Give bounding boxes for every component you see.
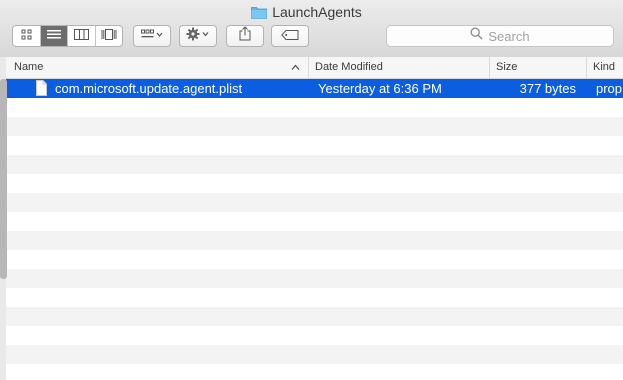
column-view-icon — [73, 27, 89, 45]
search-icon — [470, 27, 483, 45]
column-header-date-modified[interactable]: Date Modified — [309, 57, 490, 78]
window-title: LaunchAgents — [272, 4, 362, 20]
view-mode-control[interactable] — [12, 25, 123, 47]
coverflow-view-icon — [101, 27, 117, 45]
file-date-modified: Yesterday at 6:36 PM — [318, 81, 442, 96]
column-view-button[interactable] — [68, 26, 96, 46]
empty-row — [0, 155, 623, 174]
toolbar: LaunchAgents Search — [0, 0, 623, 58]
empty-row — [0, 307, 623, 326]
empty-row — [0, 174, 623, 193]
column-header-kind[interactable]: Kind — [587, 57, 623, 78]
empty-row — [0, 326, 623, 345]
column-header-size[interactable]: Size — [490, 57, 587, 78]
column-header-label: Kind — [593, 61, 616, 73]
empty-row — [0, 136, 623, 155]
share-icon — [239, 26, 251, 46]
share-button[interactable] — [226, 25, 264, 47]
search-field[interactable]: Search — [386, 25, 614, 47]
empty-row — [0, 250, 623, 269]
sidebar-scrollbar[interactable] — [0, 79, 7, 279]
empty-row — [0, 98, 623, 117]
group-by-button[interactable] — [133, 25, 171, 47]
folder-icon — [251, 6, 268, 19]
gear-icon — [186, 27, 210, 46]
file-row[interactable]: com.microsoft.update.agent.plist Yesterd… — [0, 79, 623, 98]
empty-row — [0, 364, 623, 380]
empty-row — [0, 212, 623, 231]
empty-row — [0, 269, 623, 288]
list-view-button[interactable] — [40, 26, 68, 46]
action-button[interactable] — [179, 25, 217, 47]
empty-row — [0, 345, 623, 364]
file-size: 377 bytes — [519, 81, 576, 96]
column-header-label: Name — [14, 61, 44, 73]
list-view-icon — [46, 27, 61, 45]
empty-row — [0, 288, 623, 307]
column-header-bar: Name Date Modified Size Kind — [0, 57, 623, 79]
column-header-name[interactable]: Name — [8, 57, 309, 78]
search-placeholder: Search — [488, 28, 530, 44]
coverflow-view-button[interactable] — [96, 26, 123, 46]
title-bar: LaunchAgents — [0, 2, 623, 22]
empty-row — [0, 193, 623, 212]
tag-icon — [281, 27, 299, 45]
finder-window: LaunchAgents Search Name Date Modified S… — [0, 0, 623, 380]
document-icon — [36, 79, 50, 98]
tags-button[interactable] — [271, 25, 309, 47]
file-list: com.microsoft.update.agent.plist Yesterd… — [0, 79, 623, 380]
file-kind: prop — [596, 81, 623, 96]
column-header-label: Date Modified — [315, 61, 383, 73]
column-header-label: Size — [496, 61, 518, 73]
arrange-icon — [141, 27, 163, 45]
empty-row — [0, 231, 623, 250]
empty-row — [0, 117, 623, 136]
file-name: com.microsoft.update.agent.plist — [55, 81, 243, 96]
icon-view-icon — [21, 27, 32, 45]
icon-view-button[interactable] — [13, 26, 41, 46]
